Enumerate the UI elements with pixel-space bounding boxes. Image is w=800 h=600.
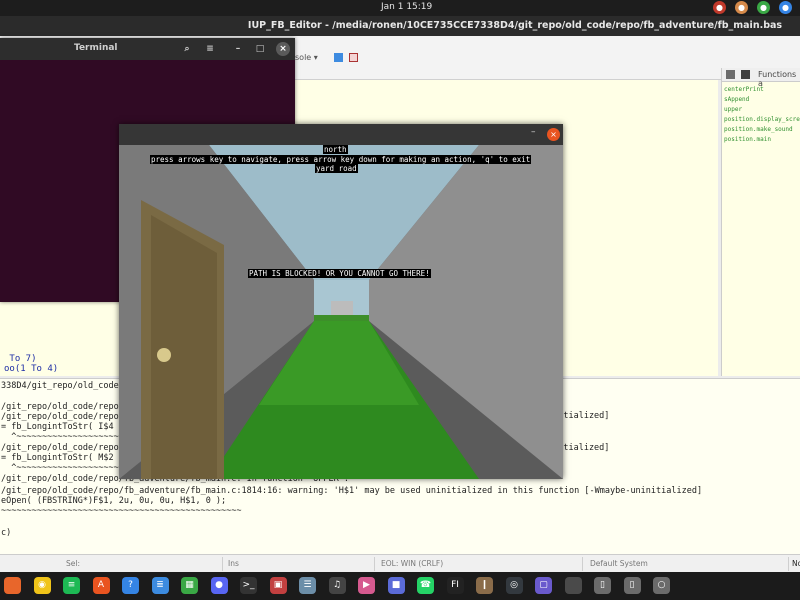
search-icon[interactable]: ⌕ bbox=[180, 42, 194, 56]
fb-ide-icon[interactable]: FI bbox=[446, 577, 464, 594]
editor-icon[interactable]: ▢ bbox=[535, 577, 552, 594]
functions-panel-header: Functions a bbox=[722, 68, 800, 88]
function-item[interactable]: upper bbox=[724, 105, 800, 115]
books-icon[interactable]: ❙ bbox=[476, 577, 493, 594]
output-line: eOpen( (FBSTRING*)F$1, 2u, 0u, 0u, H$1, … bbox=[1, 496, 227, 506]
code-line: oo(1 To 4) bbox=[4, 364, 59, 374]
terminal-title: Terminal bbox=[74, 43, 118, 53]
music-icon[interactable]: ♫ bbox=[328, 577, 346, 594]
instructions-text: press arrows key to navigate, press arro… bbox=[150, 155, 532, 164]
function-item[interactable]: position.display_screen bbox=[724, 115, 800, 125]
close-icon[interactable]: × bbox=[276, 42, 290, 56]
clock[interactable]: Jan 1 15:19 bbox=[381, 2, 432, 12]
game-window[interactable]: – × north press arrows key to navigate, … bbox=[119, 124, 563, 479]
software-center-icon[interactable]: A bbox=[92, 577, 110, 594]
taskbar: ◉ ≡ A? ≣ ▦ ● >_ ▣ ☰ ♫ ▶ ■ ☎ FI ❙ ◎ ▢ ▯ ▯ ○ bbox=[0, 572, 800, 600]
notification-icon[interactable]: ● bbox=[735, 1, 748, 14]
notes-icon[interactable]: ■ bbox=[387, 577, 405, 594]
rhythmbox-icon[interactable]: ◉ bbox=[33, 577, 51, 594]
selection-status: Sel: bbox=[66, 559, 80, 568]
firefox-icon[interactable] bbox=[4, 577, 21, 594]
game-title-bar[interactable]: – × bbox=[119, 124, 563, 145]
console-dropdown[interactable]: sole ▾ bbox=[295, 53, 318, 62]
close-icon[interactable]: × bbox=[547, 128, 560, 141]
game-scene[interactable]: north press arrows key to navigate, pres… bbox=[119, 145, 563, 479]
build-icon[interactable] bbox=[349, 53, 358, 62]
desktop: Jan 1 15:19 ● ● ● ● IUP_FB_Editor - /med… bbox=[0, 0, 800, 600]
terminal-title-bar[interactable]: Terminal ⌕ ≡ – □ × bbox=[0, 38, 295, 60]
insert-mode-status: Ins bbox=[228, 559, 239, 568]
extra-status: No bbox=[792, 559, 800, 568]
spotify-icon[interactable]: ≡ bbox=[63, 577, 80, 594]
output-line: ^~~~~~~~~~~~~~~~~~~~~ bbox=[1, 463, 119, 473]
update-icon[interactable]: ● bbox=[757, 1, 770, 14]
stack-icon[interactable]: ☰ bbox=[299, 577, 316, 594]
function-item[interactable]: position.main bbox=[724, 135, 800, 145]
code-line: To 7) bbox=[4, 354, 37, 364]
writer-icon[interactable]: ≣ bbox=[151, 577, 169, 594]
steam-icon[interactable]: ◎ bbox=[505, 577, 523, 594]
function-item[interactable]: position.make_sound bbox=[724, 125, 800, 135]
minimize-icon[interactable]: – bbox=[531, 127, 536, 137]
game-window-icon[interactable] bbox=[564, 577, 582, 594]
help-icon[interactable]: ? bbox=[122, 577, 139, 594]
vlc-icon[interactable]: ▶ bbox=[358, 577, 375, 594]
direction-text: north bbox=[323, 145, 348, 154]
collapse-icon[interactable] bbox=[741, 70, 750, 79]
function-item[interactable]: sAppend bbox=[724, 95, 800, 105]
editor-title: IUP_FB_Editor - /media/ronen/10CE735CCE7… bbox=[247, 20, 783, 31]
expand-icon[interactable] bbox=[726, 70, 735, 79]
discord-icon[interactable]: ● bbox=[210, 577, 228, 594]
corridor-view bbox=[119, 145, 563, 479]
output-line: c) bbox=[1, 528, 12, 538]
system-tray: ● ● ● ● bbox=[713, 1, 792, 14]
top-bar: Jan 1 15:19 ● ● ● ● bbox=[0, 0, 800, 16]
output-line: /git_repo/old_code/repo/fb_adventure/fb_… bbox=[1, 486, 703, 496]
network-icon[interactable]: ● bbox=[713, 1, 726, 14]
editor-title-bar: IUP_FB_Editor - /media/ronen/10CE735CCE7… bbox=[0, 16, 800, 36]
photos-icon[interactable]: ▣ bbox=[269, 577, 287, 594]
calc-icon[interactable]: ▦ bbox=[181, 577, 198, 594]
menu-icon[interactable]: ≡ bbox=[203, 42, 217, 56]
output-line: = fb_LongintToStr( M$2 ); bbox=[1, 453, 129, 463]
run-icon[interactable] bbox=[334, 53, 343, 62]
location-text: yard road bbox=[315, 164, 358, 173]
maximize-icon[interactable]: □ bbox=[253, 42, 267, 56]
functions-panel: Functions a centerPrint sAppend upper po… bbox=[721, 68, 800, 376]
encoding-status: Default System bbox=[590, 559, 648, 568]
blocked-message: PATH IS BLOCKED! OR YOU CANNOT GO THERE! bbox=[248, 269, 431, 278]
user-icon[interactable]: ● bbox=[779, 1, 792, 14]
output-line: ~~~~~~~~~~~~~~~~~~~~~~~~~~~~~~~~~~~~~~~~… bbox=[1, 506, 242, 516]
whatsapp-icon[interactable]: ☎ bbox=[417, 577, 434, 594]
status-bar: Sel: Ins EOL: WIN (CRLF) Default System … bbox=[0, 554, 800, 572]
functions-list: centerPrint sAppend upper position.displ… bbox=[724, 85, 800, 145]
terminal-icon[interactable]: >_ bbox=[240, 577, 257, 594]
output-line: = fb_LongintToStr( I$4 ); bbox=[1, 422, 129, 432]
minimize-icon[interactable]: – bbox=[231, 42, 245, 56]
output-line: ^~~~~~~~~~~~~~~~~~~~~ bbox=[1, 432, 119, 442]
app-icon-1[interactable]: ▯ bbox=[594, 577, 611, 594]
function-item[interactable]: centerPrint bbox=[724, 85, 800, 95]
app-icon-3[interactable]: ○ bbox=[653, 577, 670, 594]
app-icon-2[interactable]: ▯ bbox=[623, 577, 641, 594]
eol-status: EOL: WIN (CRLF) bbox=[381, 559, 444, 568]
